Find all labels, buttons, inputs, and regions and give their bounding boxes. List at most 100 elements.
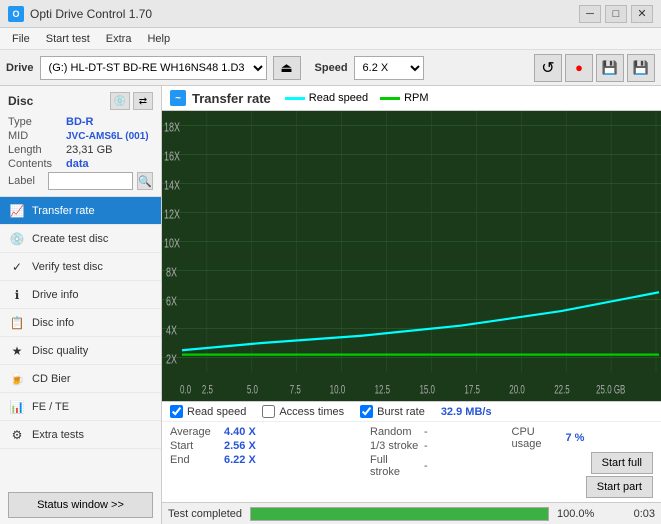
disc-mid-field: MID JVC-AMS6L (001) xyxy=(8,130,153,142)
end-row: End 6.22 X xyxy=(170,454,370,466)
drive-info-icon: ℹ xyxy=(8,286,26,304)
status-text: Test completed xyxy=(168,508,242,520)
disc-type-field: Type BD-R xyxy=(8,116,153,128)
chart-svg: 18X 16X 14X 12X 10X 8X 6X 4X 2X 0.0 2.5 … xyxy=(162,111,661,401)
svg-text:2X: 2X xyxy=(166,353,177,367)
svg-text:5.0: 5.0 xyxy=(247,384,258,397)
svg-text:10.0: 10.0 xyxy=(330,384,346,397)
close-button[interactable]: ✕ xyxy=(631,5,653,23)
checkbox-access-times[interactable]: Access times xyxy=(262,405,344,418)
disc-quality-icon: ★ xyxy=(8,342,26,360)
svg-text:7.5: 7.5 xyxy=(290,384,301,397)
random-row: Random - xyxy=(370,426,512,438)
disc-mid-label: MID xyxy=(8,130,66,142)
nav-label-disc-quality: Disc quality xyxy=(32,345,88,357)
disc-length-field: Length 23,31 GB xyxy=(8,144,153,156)
chart-title: ~ Transfer rate xyxy=(170,90,271,106)
nav-item-cd-bier[interactable]: 🍺 CD Bier xyxy=(0,365,161,393)
title-bar-text: Opti Drive Control 1.70 xyxy=(30,7,152,21)
sidebar: Disc 💿 ⇄ Type BD-R MID JVC-AMS6L (001) L… xyxy=(0,86,162,524)
disc-length-label: Length xyxy=(8,144,66,156)
nav-item-transfer-rate[interactable]: 📈 Transfer rate xyxy=(0,197,161,225)
full-stroke-row: Full stroke - xyxy=(370,454,512,478)
speed-select[interactable]: 6.2 X Max 4.0 X 2.0 X xyxy=(354,56,424,80)
nav-item-extra-tests[interactable]: ⚙ Extra tests xyxy=(0,421,161,449)
start-full-button[interactable]: Start full xyxy=(591,452,653,474)
nav-item-disc-info[interactable]: 📋 Disc info xyxy=(0,309,161,337)
disc-label-input[interactable] xyxy=(48,172,133,190)
nav-label-fe-te: FE / TE xyxy=(32,401,69,413)
stats-middle: Random - 1/3 stroke - Full stroke - xyxy=(370,426,512,500)
nav-label-verify-test-disc: Verify test disc xyxy=(32,261,103,273)
extra-tests-icon: ⚙ xyxy=(8,426,26,444)
menu-bar: File Start test Extra Help xyxy=(0,28,661,50)
speed-label: Speed xyxy=(315,62,348,74)
nav-item-create-test-disc[interactable]: 💿 Create test disc xyxy=(0,225,161,253)
nav-item-drive-info[interactable]: ℹ Drive info xyxy=(0,281,161,309)
svg-text:10X: 10X xyxy=(164,237,180,251)
nav-label-extra-tests: Extra tests xyxy=(32,429,84,441)
start-part-row: Start part xyxy=(512,476,654,498)
eject-button[interactable]: ⏏ xyxy=(273,56,301,80)
start-full-row: Start full xyxy=(512,452,654,474)
random-value: - xyxy=(424,426,428,438)
chart-area: 18X 16X 14X 12X 10X 8X 6X 4X 2X 0.0 2.5 … xyxy=(162,111,661,401)
svg-text:20.0: 20.0 xyxy=(509,384,525,397)
app-icon: O xyxy=(8,6,24,22)
menu-file[interactable]: File xyxy=(4,31,38,47)
stats-left: Average 4.40 X Start 2.56 X End 6.22 X xyxy=(170,426,370,500)
legend-rpm: RPM xyxy=(380,92,428,104)
stroke-1-3-value: - xyxy=(424,440,428,452)
legend-read-speed-color xyxy=(285,97,305,100)
disc-icon-2[interactable]: ⇄ xyxy=(133,92,153,110)
nav-item-verify-test-disc[interactable]: ✓ Verify test disc xyxy=(0,253,161,281)
menu-extra[interactable]: Extra xyxy=(98,31,140,47)
disc-header: Disc 💿 ⇄ xyxy=(8,92,153,110)
title-bar-controls: ─ □ ✕ xyxy=(579,5,653,23)
status-window-button[interactable]: Status window >> xyxy=(8,492,153,518)
menu-start-test[interactable]: Start test xyxy=(38,31,98,47)
disc-label-row: Label 🔍 xyxy=(8,172,153,190)
progress-bar-outer xyxy=(250,507,549,521)
disc-icons: 💿 ⇄ xyxy=(110,92,153,110)
svg-text:2.5: 2.5 xyxy=(202,384,213,397)
refresh-button[interactable]: ↺ xyxy=(534,54,562,82)
transfer-rate-icon: 📈 xyxy=(8,202,26,220)
menu-help[interactable]: Help xyxy=(139,31,178,47)
nav-item-fe-te[interactable]: 📊 FE / TE xyxy=(0,393,161,421)
maximize-button[interactable]: □ xyxy=(605,5,627,23)
start-row: Start 2.56 X xyxy=(170,440,370,452)
title-bar-left: O Opti Drive Control 1.70 xyxy=(8,6,152,22)
minimize-button[interactable]: ─ xyxy=(579,5,601,23)
start-part-button[interactable]: Start part xyxy=(586,476,653,498)
nav-item-disc-quality[interactable]: ★ Disc quality xyxy=(0,337,161,365)
disc-label-btn[interactable]: 🔍 xyxy=(137,172,153,190)
record-button[interactable]: ● xyxy=(565,54,593,82)
drive-select[interactable]: (G:) HL-DT-ST BD-RE WH16NS48 1.D3 xyxy=(40,56,267,80)
burst-rate-checkbox[interactable] xyxy=(360,405,373,418)
read-speed-checkbox[interactable] xyxy=(170,405,183,418)
checkbox-read-speed[interactable]: Read speed xyxy=(170,405,246,418)
fe-te-icon: 📊 xyxy=(8,398,26,416)
save-button-2[interactable]: 💾 xyxy=(627,54,655,82)
disc-contents-label: Contents xyxy=(8,158,66,170)
progress-percent: 100.0% xyxy=(557,508,607,520)
chart-title-icon: ~ xyxy=(170,90,186,106)
nav-list: 📈 Transfer rate 💿 Create test disc ✓ Ver… xyxy=(0,197,161,486)
progress-bar-container: Test completed 100.0% 0:03 xyxy=(162,502,661,524)
cpu-value: 7 % xyxy=(566,432,585,444)
create-test-disc-icon: 💿 xyxy=(8,230,26,248)
disc-length-value: 23,31 GB xyxy=(66,144,112,156)
save-button-1[interactable]: 💾 xyxy=(596,54,624,82)
chart-title-text: Transfer rate xyxy=(192,91,271,106)
disc-contents-field: Contents data xyxy=(8,158,153,170)
svg-text:16X: 16X xyxy=(164,150,180,164)
disc-type-value: BD-R xyxy=(66,116,94,128)
svg-text:4X: 4X xyxy=(166,324,177,338)
full-stroke-value: - xyxy=(424,460,428,472)
legend-read-speed: Read speed xyxy=(285,92,368,104)
legend-read-speed-label: Read speed xyxy=(309,92,368,104)
disc-icon-1[interactable]: 💿 xyxy=(110,92,130,110)
checkbox-burst-rate[interactable]: Burst rate xyxy=(360,405,425,418)
access-times-checkbox[interactable] xyxy=(262,405,275,418)
